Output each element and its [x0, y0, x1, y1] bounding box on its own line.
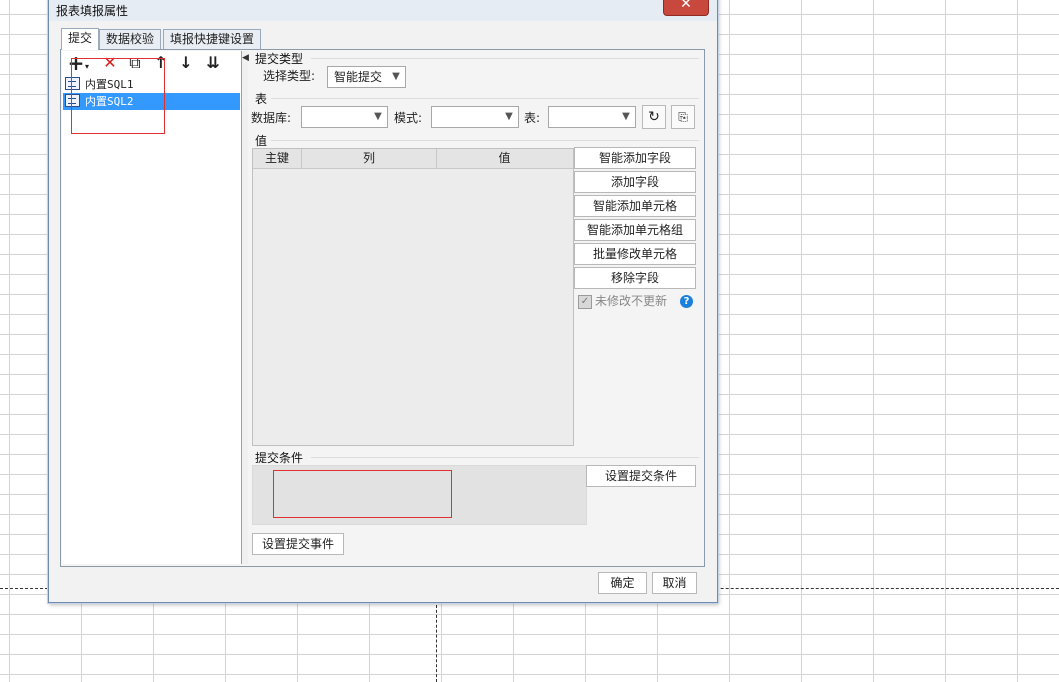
no-update-checkbox[interactable]: ✓: [578, 295, 592, 309]
table-select[interactable]: ▼: [548, 106, 636, 128]
divider: [271, 98, 699, 99]
annotation-box-tree: [71, 58, 165, 134]
col-primary-key[interactable]: 主键: [253, 149, 302, 168]
no-update-label: 未修改不更新: [595, 294, 668, 308]
report-fill-properties-dialog: 报表填报属性 ✕ 提交 数据校验 填报快捷键设置 + ▾ ✕ ⧉ ↑ ↓ ⇊ 内…: [48, 0, 718, 603]
table-heading: 表: [255, 92, 268, 106]
col-column[interactable]: 列: [302, 149, 437, 168]
add-field-button[interactable]: 添加字段: [574, 171, 696, 193]
preview-button[interactable]: ⎘: [671, 105, 695, 129]
batch-edit-cells-button[interactable]: 批量修改单元格: [574, 243, 696, 265]
panel-splitter[interactable]: ◀: [242, 51, 249, 564]
fields-table[interactable]: 主键 列 值: [252, 148, 574, 446]
annotation-box-condition: [273, 470, 452, 518]
dialog-titlebar: 报表填报属性 ✕: [49, 0, 717, 21]
refresh-icon: ↻: [648, 109, 660, 125]
divider: [271, 140, 699, 141]
collapse-left-icon: ◀: [242, 53, 249, 63]
divider: [311, 58, 699, 59]
mode-select[interactable]: ▼: [431, 106, 519, 128]
page-break-vertical: [436, 600, 437, 682]
chevron-down-icon: ▼: [392, 71, 400, 82]
database-label: 数据库:: [251, 111, 292, 125]
tab-fill-shortcuts[interactable]: 填报快捷键设置: [163, 29, 262, 49]
chevron-down-icon: ▼: [505, 111, 513, 122]
smart-add-field-button[interactable]: 智能添加字段: [574, 147, 696, 169]
dialog-title: 报表填报属性: [56, 4, 129, 18]
fields-table-header: 主键 列 值: [253, 149, 573, 169]
commit-type-label: 选择类型:: [263, 69, 316, 83]
tab-data-validation[interactable]: 数据校验: [99, 29, 162, 49]
set-condition-button[interactable]: 设置提交条件: [586, 465, 696, 487]
set-events-button[interactable]: 设置提交事件: [252, 533, 344, 555]
table-label: 表:: [524, 111, 541, 125]
check-icon: ✓: [580, 296, 590, 307]
ok-button[interactable]: 确定: [598, 572, 647, 594]
chevron-down-icon: ▼: [622, 111, 630, 122]
close-button[interactable]: ✕: [663, 0, 709, 16]
database-select[interactable]: ▼: [301, 106, 388, 128]
move-down-icon[interactable]: ↓: [176, 53, 196, 73]
smart-add-cell-button[interactable]: 智能添加单元格: [574, 195, 696, 217]
chevron-down-icon: ▼: [374, 111, 382, 122]
condition-heading: 提交条件: [255, 451, 304, 465]
mode-label: 模式:: [394, 111, 423, 125]
move-bottom-icon[interactable]: ⇊: [203, 53, 223, 73]
preview-icon: ⎘: [678, 110, 688, 124]
smart-add-cell-group-button[interactable]: 智能添加单元格组: [574, 219, 696, 241]
help-icon[interactable]: ?: [680, 295, 693, 308]
commit-type-select[interactable]: 智能提交 ▼: [327, 66, 406, 88]
remove-field-button[interactable]: 移除字段: [574, 267, 696, 289]
tab-submit[interactable]: 提交: [61, 28, 100, 50]
values-heading: 值: [255, 134, 268, 148]
divider: [311, 457, 699, 458]
close-icon: ✕: [680, 0, 692, 12]
submit-tab-pane: + ▾ ✕ ⧉ ↑ ↓ ⇊ 内置SQL1 内置SQL2 ◀ 提交类型 选择类型:…: [60, 49, 705, 567]
commit-type-value: 智能提交: [334, 70, 383, 84]
commit-type-heading: 提交类型: [255, 52, 304, 66]
col-value[interactable]: 值: [437, 149, 572, 168]
refresh-button[interactable]: ↻: [642, 105, 666, 129]
cancel-button[interactable]: 取消: [652, 572, 697, 594]
